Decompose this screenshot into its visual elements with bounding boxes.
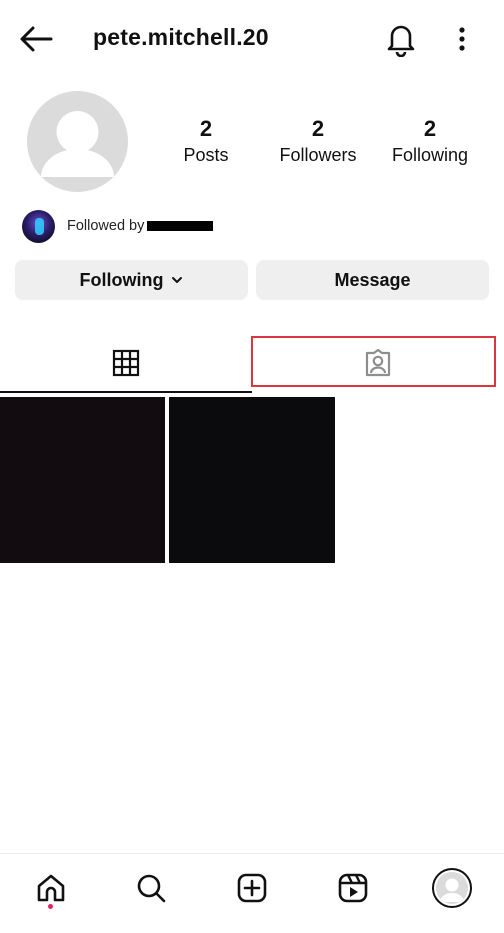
profile-stats: 2 Posts 2 Followers 2 Following — [150, 115, 504, 175]
top-bar: pete.mitchell.20 — [0, 0, 504, 78]
tagged-tab-highlight-box — [251, 336, 496, 387]
nav-reels[interactable] — [333, 868, 373, 908]
message-button-label: Message — [334, 269, 411, 290]
tab-posts-grid[interactable] — [0, 333, 252, 393]
post-thumbnail-2[interactable] — [169, 397, 335, 563]
bottom-navigation — [0, 853, 504, 933]
stat-followers-count: 2 — [311, 116, 325, 141]
reels-icon — [338, 873, 368, 903]
mutual-follower-avatar — [22, 209, 55, 243]
stat-followers[interactable]: 2 Followers — [262, 115, 374, 175]
default-avatar-icon — [41, 111, 114, 177]
create-icon — [237, 873, 267, 903]
chevron-down-icon — [172, 277, 183, 283]
nav-search[interactable] — [131, 868, 171, 908]
bell-icon[interactable] — [384, 21, 418, 58]
followed-by-label: Followed by — [67, 218, 145, 234]
stat-posts-label: Posts — [183, 145, 229, 165]
following-button-label: Following — [79, 269, 164, 290]
redacted-username — [147, 221, 214, 232]
profile-avatar-icon — [432, 868, 472, 908]
grid-icon — [112, 349, 140, 377]
stat-followers-label: Followers — [279, 145, 357, 165]
more-vertical-icon[interactable] — [448, 23, 476, 55]
stat-following-label: Following — [391, 145, 469, 165]
search-icon — [137, 874, 166, 903]
post-thumbnail-1[interactable] — [0, 397, 165, 563]
message-button[interactable]: Message — [256, 260, 489, 300]
profile-username: pete.mitchell.20 — [93, 24, 269, 50]
following-button[interactable]: Following — [15, 260, 248, 300]
back-arrow-icon[interactable] — [18, 24, 54, 54]
stat-following[interactable]: 2 Following — [374, 115, 486, 175]
nav-home[interactable] — [31, 868, 71, 908]
nav-profile[interactable] — [432, 868, 472, 908]
followed-by-text: Followed by — [67, 218, 214, 234]
followed-by-row[interactable]: Followed by — [22, 209, 214, 243]
home-icon — [37, 874, 65, 902]
stat-posts-count: 2 — [199, 116, 213, 141]
home-notification-dot — [48, 904, 53, 909]
nav-create[interactable] — [232, 868, 272, 908]
stat-following-count: 2 — [423, 116, 437, 141]
active-tab-indicator — [0, 391, 252, 393]
profile-avatar[interactable] — [27, 91, 128, 192]
stat-posts[interactable]: 2 Posts — [150, 115, 262, 175]
